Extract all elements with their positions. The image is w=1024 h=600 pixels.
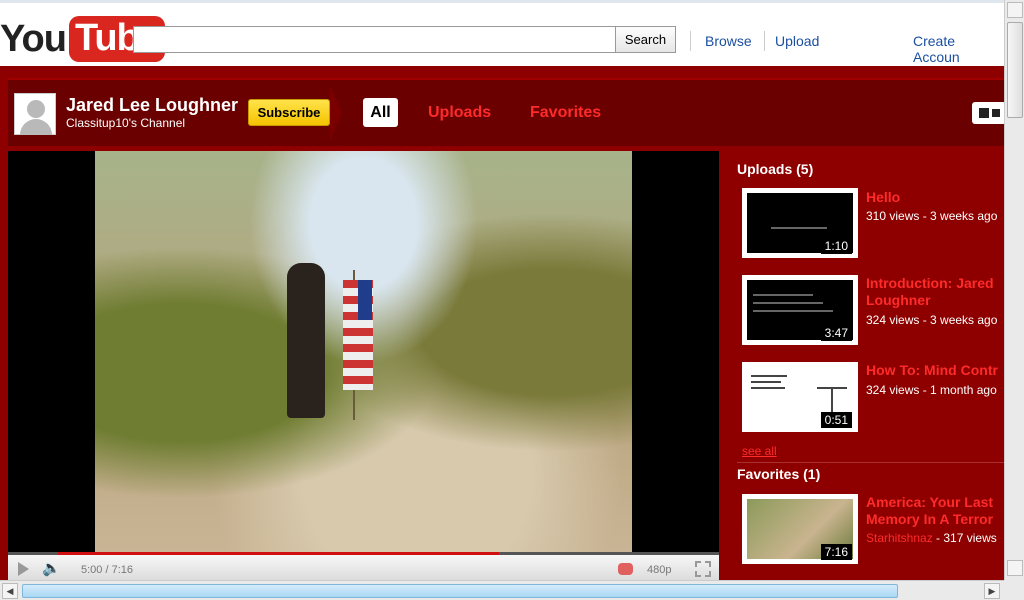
scroll-left-icon[interactable]: ◀ xyxy=(2,583,18,599)
search-input[interactable] xyxy=(133,26,616,53)
view-toggle-square xyxy=(979,108,989,118)
quality-button[interactable]: 480p xyxy=(647,564,671,576)
progress-fill xyxy=(58,552,499,555)
uploads-heading[interactable]: Uploads (5) xyxy=(737,161,813,177)
view-count: - 317 views xyxy=(932,531,997,545)
play-icon[interactable] xyxy=(18,562,29,576)
video-title-introduction-line2[interactable]: Loughner xyxy=(866,292,1006,309)
tab-uploads[interactable]: Uploads xyxy=(428,104,491,122)
video-title-hello[interactable]: Hello xyxy=(866,189,1006,206)
video-thumbnail[interactable]: 3:47 xyxy=(742,275,858,345)
thumbnail-text-line xyxy=(751,381,781,383)
thumbnail-text-line xyxy=(753,310,833,312)
channel-subtitle: Classitup10's Channel xyxy=(66,116,186,130)
annotations-icon[interactable] xyxy=(618,563,633,575)
video-title-america-line2[interactable]: Memory In A Terror xyxy=(866,511,1006,528)
duration-badge: 1:10 xyxy=(820,238,852,254)
view-toggle-arrow xyxy=(992,109,1000,117)
time-readout: 5:00 / 7:16 xyxy=(81,564,133,576)
video-meta: 310 views - 3 weeks ago xyxy=(866,209,998,223)
thumbnail-text-line xyxy=(753,294,813,296)
tab-favorites[interactable]: Favorites xyxy=(530,104,601,122)
scroll-up-icon[interactable] xyxy=(1007,2,1023,18)
video-title-introduction[interactable]: Introduction: Jared xyxy=(866,275,1006,292)
video-title-america[interactable]: America: Your Last xyxy=(866,494,1006,511)
duration-badge: 7:16 xyxy=(820,544,852,560)
upload-link[interactable]: Upload xyxy=(775,33,819,49)
scrollbar-corner xyxy=(1004,580,1024,600)
thumbnail-text-line xyxy=(771,227,827,229)
video-person-silhouette xyxy=(287,263,325,418)
video-thumbnail[interactable]: 7:16 xyxy=(742,494,858,564)
view-toggle-icon[interactable] xyxy=(972,102,1006,124)
thumbnail-text-line xyxy=(751,387,785,389)
top-header: You Tube Search Browse Upload Create Acc… xyxy=(0,0,1004,66)
flag-canton xyxy=(358,280,372,320)
favorites-heading[interactable]: Favorites (1) xyxy=(737,466,820,482)
video-thumbnail[interactable]: 0:51 xyxy=(742,362,858,432)
vertical-scroll-thumb[interactable] xyxy=(1007,22,1023,118)
horizontal-scroll-thumb[interactable] xyxy=(22,584,898,598)
duration-badge: 0:51 xyxy=(820,412,852,428)
channel-name[interactable]: Jared Lee Loughner xyxy=(66,95,238,116)
browse-link[interactable]: Browse xyxy=(705,33,752,49)
avatar[interactable] xyxy=(14,93,56,135)
sidebar-divider xyxy=(737,462,1004,463)
thumbnail-text-line xyxy=(753,302,823,304)
band-arrow-decoration xyxy=(330,85,342,141)
video-title-mind-control[interactable]: How To: Mind Contr xyxy=(866,362,1006,379)
video-meta: Starhitshnaz - 317 views xyxy=(866,531,1006,545)
volume-icon[interactable]: 🔈 xyxy=(42,561,62,577)
header-separator xyxy=(764,31,765,51)
create-account-link[interactable]: Create Accoun xyxy=(913,33,1004,65)
video-meta: 324 views - 1 month ago xyxy=(866,383,997,397)
subscribe-button[interactable]: Subscribe xyxy=(248,99,330,126)
header-separator xyxy=(690,31,691,51)
horizontal-scrollbar[interactable]: ◀ ▶ xyxy=(0,580,1004,600)
author-link[interactable]: Starhitshnaz xyxy=(866,531,933,545)
video-meta: 324 views - 3 weeks ago xyxy=(866,313,998,327)
see-all-link[interactable]: see all xyxy=(742,444,777,458)
search-button[interactable]: Search xyxy=(615,26,676,53)
vertical-scrollbar[interactable] xyxy=(1004,0,1024,580)
avatar-head xyxy=(27,100,45,118)
avatar-body xyxy=(20,119,52,135)
logo-you-text: You xyxy=(0,18,67,60)
scroll-down-icon[interactable] xyxy=(1007,560,1023,576)
duration-badge: 3:47 xyxy=(820,325,852,341)
video-thumbnail[interactable]: 1:10 xyxy=(742,188,858,258)
thumbnail-text-line xyxy=(751,375,787,377)
fullscreen-icon[interactable] xyxy=(695,561,711,577)
scroll-right-icon[interactable]: ▶ xyxy=(984,583,1000,599)
tab-all[interactable]: All xyxy=(363,98,398,127)
